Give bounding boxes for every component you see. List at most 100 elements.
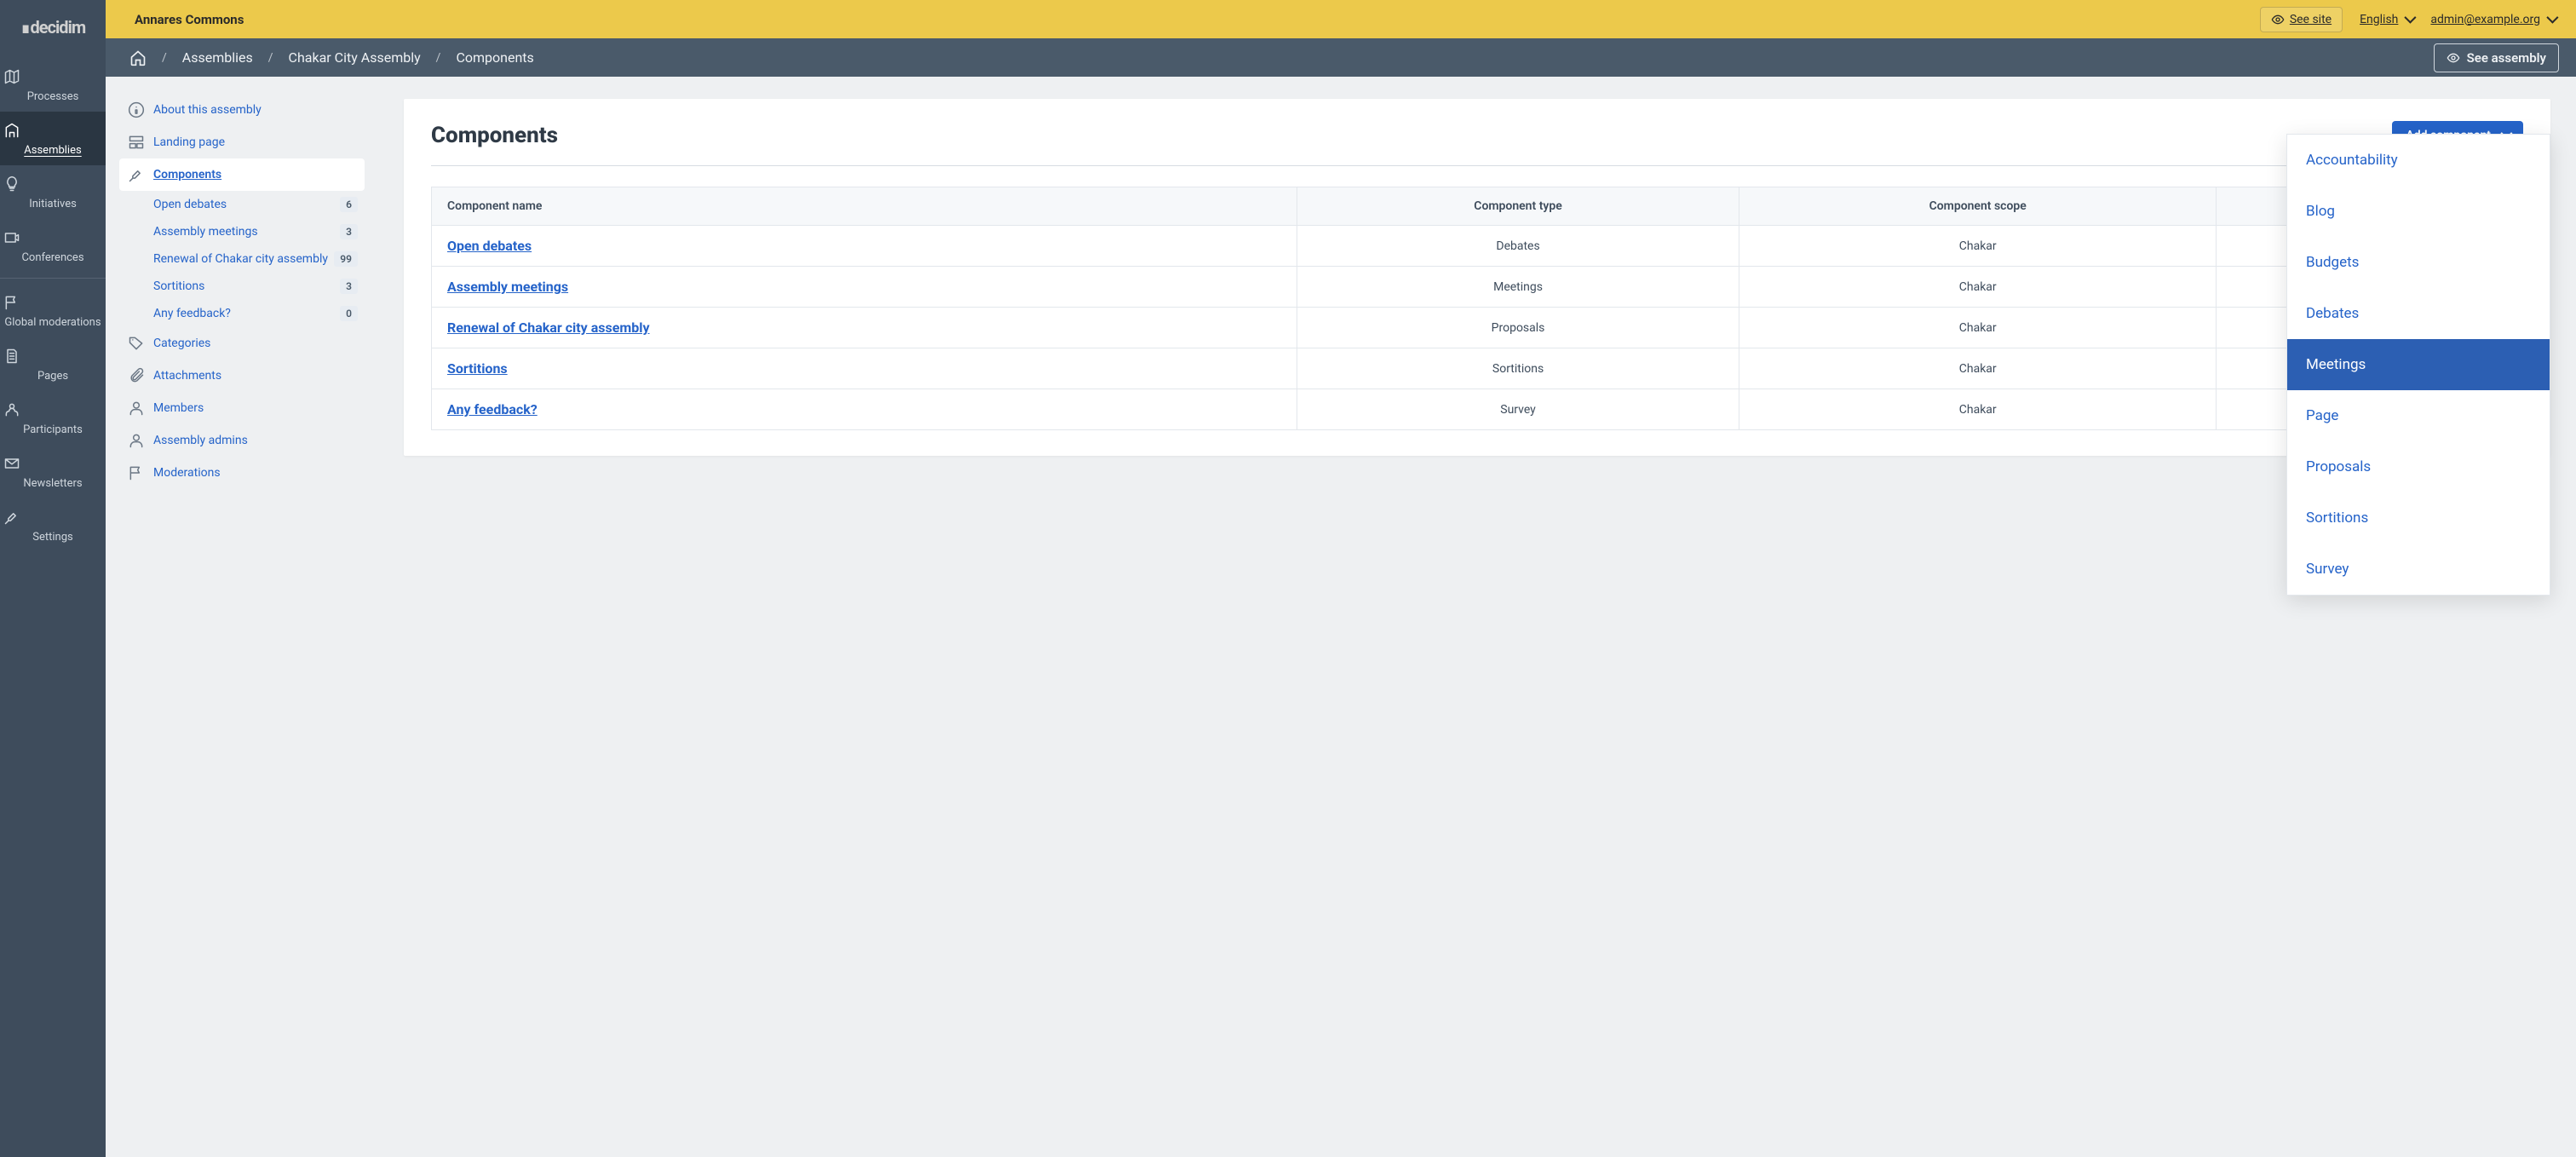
table-row: Assembly meetingsMeetingsChakar	[432, 267, 2523, 308]
dropdown-item-survey[interactable]: Survey	[2287, 544, 2550, 595]
clip-icon	[128, 367, 145, 384]
page-title: Components	[431, 123, 558, 148]
breadcrumb-assembly-name[interactable]: Chakar City Assembly	[289, 49, 421, 66]
user-icon	[128, 400, 145, 417]
sub-item[interactable]: Any feedback?0	[153, 300, 365, 327]
rail-item-label: Newsletters	[3, 477, 102, 490]
rail-item-pages[interactable]: Pages	[0, 337, 106, 391]
main-column: Annares Commons See site English admin@e…	[106, 0, 2576, 1157]
building-icon	[3, 122, 20, 139]
sub-item[interactable]: Renewal of Chakar city assembly99	[153, 245, 365, 273]
sidebar-item-members[interactable]: Members	[119, 392, 365, 424]
rail-item-conferences[interactable]: Conferences	[0, 219, 106, 273]
component-link[interactable]: Assembly meetings	[447, 279, 568, 295]
sub-item-label: Renewal of Chakar city assembly	[153, 252, 328, 266]
rail-item-label: Processes	[3, 90, 102, 103]
org-name: Annares Commons	[135, 12, 244, 27]
sub-item[interactable]: Open debates6	[153, 191, 365, 218]
panel-divider	[431, 165, 2523, 166]
sub-item[interactable]: Assembly meetings 3	[153, 218, 365, 245]
tools-icon	[128, 166, 145, 183]
count-badge: 3	[340, 224, 358, 239]
main-nav-rail: ∎decidim Processes Assemblies Initiatives C…	[0, 0, 106, 1157]
breadcrumb-assemblies[interactable]: Assemblies	[182, 49, 253, 66]
component-link[interactable]: Sortitions	[447, 360, 508, 377]
panel-header: Components Add component	[431, 121, 2523, 150]
file-icon	[3, 348, 20, 365]
tools-icon	[3, 509, 102, 526]
tag-icon	[128, 335, 145, 352]
brand: ∎decidim	[20, 0, 85, 58]
col-scope: Component scope	[1739, 187, 2217, 226]
component-link[interactable]: Renewal of Chakar city assembly	[447, 319, 650, 336]
chevron-down-icon	[2545, 13, 2556, 26]
info-icon	[128, 101, 145, 118]
see-site-link[interactable]: See site	[2260, 7, 2343, 32]
brand-logo: ∎decidim	[20, 17, 85, 37]
rail-item-assemblies[interactable]: Assemblies	[0, 112, 106, 165]
rail-item-newsletters[interactable]: Newsletters	[0, 445, 106, 498]
cell-type: Survey	[1297, 389, 1739, 430]
rail-item-label: Assemblies	[3, 144, 102, 157]
rail-group-1: Processes Assemblies Initiatives Conference…	[0, 58, 106, 273]
rail-item-initiatives[interactable]: Initiatives	[0, 165, 106, 219]
col-type: Component type	[1297, 187, 1739, 226]
cell-type: Proposals	[1297, 308, 1739, 348]
rail-item-processes[interactable]: Processes	[0, 58, 106, 112]
sidebar-item-moderations[interactable]: Moderations	[119, 457, 365, 489]
sub-item-label: Assembly meetings	[153, 225, 258, 239]
sidebar-item-label: Landing page	[153, 135, 225, 149]
body-area: About this assembly Landing page Component…	[106, 77, 2576, 1157]
sidebar-item-categories[interactable]: Categories	[119, 327, 365, 360]
language-selector[interactable]: English	[2360, 13, 2413, 26]
rail-item-label: Conferences	[3, 251, 102, 264]
cell-name: Renewal of Chakar city assembly	[432, 308, 1297, 348]
sub-item-label: Open debates	[153, 198, 227, 211]
flag-icon	[128, 464, 145, 481]
table-row: Any feedback?SurveyChakar	[432, 389, 2523, 430]
dropdown-item-meetings[interactable]: Meetings	[2287, 339, 2550, 390]
dropdown-item-proposals[interactable]: Proposals	[2287, 441, 2550, 492]
cell-scope: Chakar	[1739, 348, 2217, 389]
rail-item-participants[interactable]: Participants	[0, 391, 106, 445]
sidebar-item-label: Members	[153, 401, 204, 415]
dropdown-item-page[interactable]: Page	[2287, 390, 2550, 441]
component-link[interactable]: Any feedback?	[447, 401, 538, 417]
user-icon	[128, 432, 145, 449]
rail-item-label: Global moderations	[3, 316, 102, 329]
table-header-row: Component name Component type Component …	[432, 187, 2523, 226]
sidebar-item-components[interactable]: Components	[119, 158, 365, 191]
cell-type: Sortitions	[1297, 348, 1739, 389]
user-menu[interactable]: admin@example.org	[2430, 13, 2556, 26]
users-icon	[3, 401, 20, 418]
lightbulb-icon	[3, 176, 20, 193]
dropdown-item-accountability[interactable]: Accountability	[2287, 135, 2550, 186]
breadcrumb-components[interactable]: Components	[456, 49, 533, 66]
rail-group-2: Global moderations PagesParticipants Newsl…	[0, 284, 106, 552]
see-assembly-button[interactable]: See assembly	[2434, 43, 2559, 72]
rail-item-settings[interactable]: Settings	[0, 498, 106, 552]
user-icon	[128, 432, 145, 449]
sidebar-item-assembly-admins[interactable]: Assembly admins	[119, 424, 365, 457]
map-icon	[3, 68, 102, 85]
components-panel: Components Add component Component name	[404, 99, 2550, 456]
sidebar-item-label: About this assembly	[153, 103, 262, 117]
building-icon	[3, 122, 102, 139]
dropdown-item-sortitions[interactable]: Sortitions	[2287, 492, 2550, 544]
dropdown-item-budgets[interactable]: Budgets	[2287, 237, 2550, 288]
cell-name: Any feedback?	[432, 389, 1297, 430]
breadcrumb-home[interactable]	[129, 49, 147, 66]
rail-divider	[0, 278, 106, 279]
rail-item-global-moderations[interactable]: Global moderations	[0, 284, 106, 337]
sidebar-item-attachments[interactable]: Attachments	[119, 360, 365, 392]
dropdown-item-blog[interactable]: Blog	[2287, 186, 2550, 237]
tools-icon	[128, 166, 145, 183]
sidebar-item-about-this-assembly[interactable]: About this assembly	[119, 94, 365, 126]
sidebar-item-landing-page[interactable]: Landing page	[119, 126, 365, 158]
table-body: Open debatesDebatesChakarAssembly meetin…	[432, 226, 2523, 430]
count-badge: 3	[340, 279, 358, 294]
dropdown-item-debates[interactable]: Debates	[2287, 288, 2550, 339]
sub-item[interactable]: Sortitions3	[153, 273, 365, 300]
component-link[interactable]: Open debates	[447, 238, 532, 254]
add-component-dropdown: AccountabilityBlogBudgetsDebatesMeetings…	[2286, 134, 2550, 596]
